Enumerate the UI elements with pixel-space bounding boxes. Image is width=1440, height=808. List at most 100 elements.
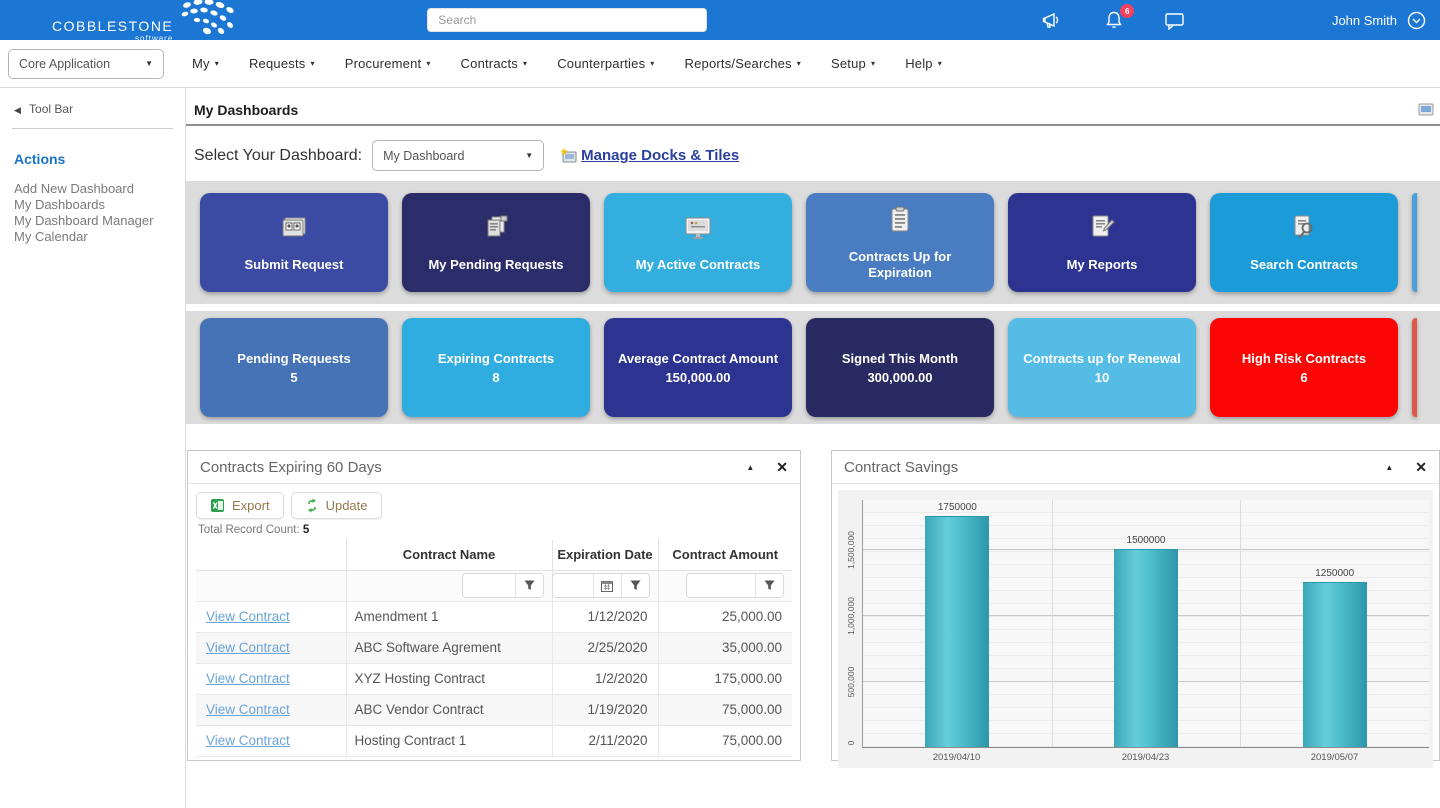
sidebar-item-my-calendar[interactable]: My Calendar <box>14 229 171 245</box>
contracts-expiring-panel: Contracts Expiring 60 Days ▲ ✕ <box>187 450 801 761</box>
bar[interactable] <box>925 516 989 747</box>
x-axis: 2019/04/10 2019/04/23 2019/05/07 <box>862 748 1429 766</box>
contract-name-filter-input[interactable] <box>463 574 515 597</box>
expiration-date-filter-input[interactable] <box>553 574 593 597</box>
megaphone-icon <box>1042 11 1064 29</box>
contract-name-cell: ABC Software Agrement <box>346 632 552 663</box>
funnel-icon <box>764 580 775 591</box>
expiration-date-filter-button[interactable] <box>621 573 649 598</box>
expiration-date-cell: 2/11/2020 <box>552 725 658 756</box>
nav-procurement[interactable]: Procurement▾ <box>345 56 431 71</box>
tile-contracts-up-for-renewal[interactable]: Contracts up for Renewal 10 <box>1008 318 1196 417</box>
bar[interactable] <box>1114 549 1178 747</box>
nav-contracts[interactable]: Contracts▾ <box>461 56 528 71</box>
contract-amount-filter-input[interactable] <box>687 574 755 597</box>
x-tick-label: 2019/04/10 <box>862 752 1051 763</box>
nav-requests[interactable]: Requests▾ <box>249 56 315 71</box>
tile-signed-this-month[interactable]: Signed This Month 300,000.00 <box>806 318 994 417</box>
messages-button[interactable] <box>1164 11 1186 30</box>
refresh-icon <box>305 498 319 513</box>
chat-bubble-icon <box>1164 11 1186 30</box>
y-tick-label: 500,000 <box>846 666 856 697</box>
y-tick-label: 1,000,000 <box>846 597 856 635</box>
tile-expiring-contracts-count[interactable]: Expiring Contracts 8 <box>402 318 590 417</box>
toolbar-collapse-button[interactable]: ◀ Tool Bar <box>14 102 171 116</box>
dashboard-select[interactable]: My Dashboard ▼ <box>372 140 544 171</box>
calendar-icon <box>601 580 613 592</box>
cobblestone-logo[interactable]: COBBLESTONE software <box>52 0 255 43</box>
expiration-date-column-header[interactable]: Expiration Date <box>552 540 658 570</box>
update-button[interactable]: Update <box>291 492 382 519</box>
bar[interactable] <box>1303 582 1367 747</box>
announcements-button[interactable] <box>1042 11 1064 29</box>
contract-name-column-header[interactable]: Contract Name <box>346 540 552 570</box>
expiration-date-cell: 1/2/2020 <box>552 663 658 694</box>
tile-high-risk-contracts[interactable]: High Risk Contracts 6 <box>1210 318 1398 417</box>
dashboard-window-icon[interactable] <box>1418 103 1434 117</box>
nav-counterparties[interactable]: Counterparties▾ <box>557 56 654 71</box>
sidebar-item-add-new-dashboard[interactable]: Add New Dashboard <box>14 181 171 197</box>
sidebar-item-my-dashboard-manager[interactable]: My Dashboard Manager <box>14 213 171 229</box>
sidebar-item-my-dashboards[interactable]: My Dashboards <box>14 197 171 213</box>
tile-my-active-contracts[interactable]: My Active Contracts <box>604 193 792 292</box>
tile-average-contract-amount[interactable]: Average Contract Amount 150,000.00 <box>604 318 792 417</box>
tile-submit-request[interactable]: Submit Request <box>200 193 388 292</box>
search-input[interactable] <box>427 8 707 32</box>
tile-pending-requests-count[interactable]: Pending Requests 5 <box>200 318 388 417</box>
expiration-date-cell: 1/12/2020 <box>552 601 658 632</box>
manage-tiles-icon <box>560 148 577 163</box>
dashboard-selector-label: Select Your Dashboard: <box>194 147 362 165</box>
contract-amount-cell: 175,000.00 <box>658 663 792 694</box>
account-menu[interactable]: John Smith <box>1332 11 1426 30</box>
brand-name: COBBLESTONE <box>52 19 173 33</box>
tile-my-reports[interactable]: My Reports <box>1008 193 1196 292</box>
view-contract-link[interactable]: View Contract <box>206 640 290 655</box>
contract-amount-cell: 35,000.00 <box>658 632 792 663</box>
view-contract-link[interactable]: View Contract <box>206 671 290 686</box>
nav-setup[interactable]: Setup▾ <box>831 56 875 71</box>
total-record-count: Total Record Count: 5 <box>198 524 792 536</box>
tile-partial-next[interactable] <box>1412 318 1417 417</box>
expiration-date-cell: 1/19/2020 <box>552 694 658 725</box>
tile-value: 150,000.00 <box>665 370 730 385</box>
tile-partial-next[interactable] <box>1412 193 1417 292</box>
nav-reports-searches[interactable]: Reports/Searches▾ <box>685 56 801 71</box>
report-icon <box>1088 214 1116 241</box>
notification-count-badge: 6 <box>1120 4 1134 18</box>
view-contract-link[interactable]: View Contract <box>206 702 290 717</box>
notifications-button[interactable]: 6 <box>1104 10 1124 30</box>
table-header-row: Contract Name Expiration Date Contract A… <box>196 540 792 570</box>
tile-search-contracts[interactable]: Search Contracts <box>1210 193 1398 292</box>
contract-amount-filter-button[interactable] <box>755 573 783 598</box>
y-axis: 1,500,000 1,000,000 500,000 0 <box>840 500 862 748</box>
sidebar-divider <box>12 128 173 129</box>
tile-contracts-up-for-expiration[interactable]: Contracts Up for Expiration <box>806 193 994 292</box>
table-filter-row <box>196 570 792 601</box>
collapse-panel-button[interactable]: ▲ <box>746 463 754 472</box>
tile-value: 8 <box>492 370 499 385</box>
export-button[interactable]: Export <box>196 492 284 519</box>
contract-savings-chart: 1,500,000 1,000,000 500,000 0 <box>838 490 1433 768</box>
contract-name-filter-button[interactable] <box>515 573 543 598</box>
contract-name-cell: XYZ Hosting Contract <box>346 663 552 694</box>
nav-help[interactable]: Help▾ <box>905 56 942 71</box>
tile-value: 300,000.00 <box>867 370 932 385</box>
contract-amount-cell: 75,000.00 <box>658 694 792 725</box>
expiring-contracts-table: Contract Name Expiration Date Contract A… <box>196 540 792 757</box>
view-contract-link[interactable]: View Contract <box>206 609 290 624</box>
view-contract-link[interactable]: View Contract <box>206 733 290 748</box>
nav-my[interactable]: My▾ <box>192 56 219 71</box>
top-bar: COBBLESTONE software <box>0 0 1440 40</box>
collapse-left-icon: ◀ <box>14 105 21 115</box>
close-panel-button[interactable]: ✕ <box>776 459 788 476</box>
manage-docks-tiles-link[interactable]: Manage Docks & Tiles <box>560 147 739 164</box>
main-content: My Dashboards Select Your Dashboard: My … <box>185 88 1440 808</box>
collapse-panel-button[interactable]: ▲ <box>1385 463 1393 472</box>
chevron-down-icon: ▾ <box>938 59 942 68</box>
tile-my-pending-requests[interactable]: My Pending Requests <box>402 193 590 292</box>
actions-column-header <box>196 540 346 570</box>
application-selector[interactable]: Core Application ▼ <box>8 49 164 79</box>
close-panel-button[interactable]: ✕ <box>1415 459 1427 476</box>
expiration-date-calendar-button[interactable] <box>593 573 621 598</box>
contract-amount-column-header[interactable]: Contract Amount <box>658 540 792 570</box>
